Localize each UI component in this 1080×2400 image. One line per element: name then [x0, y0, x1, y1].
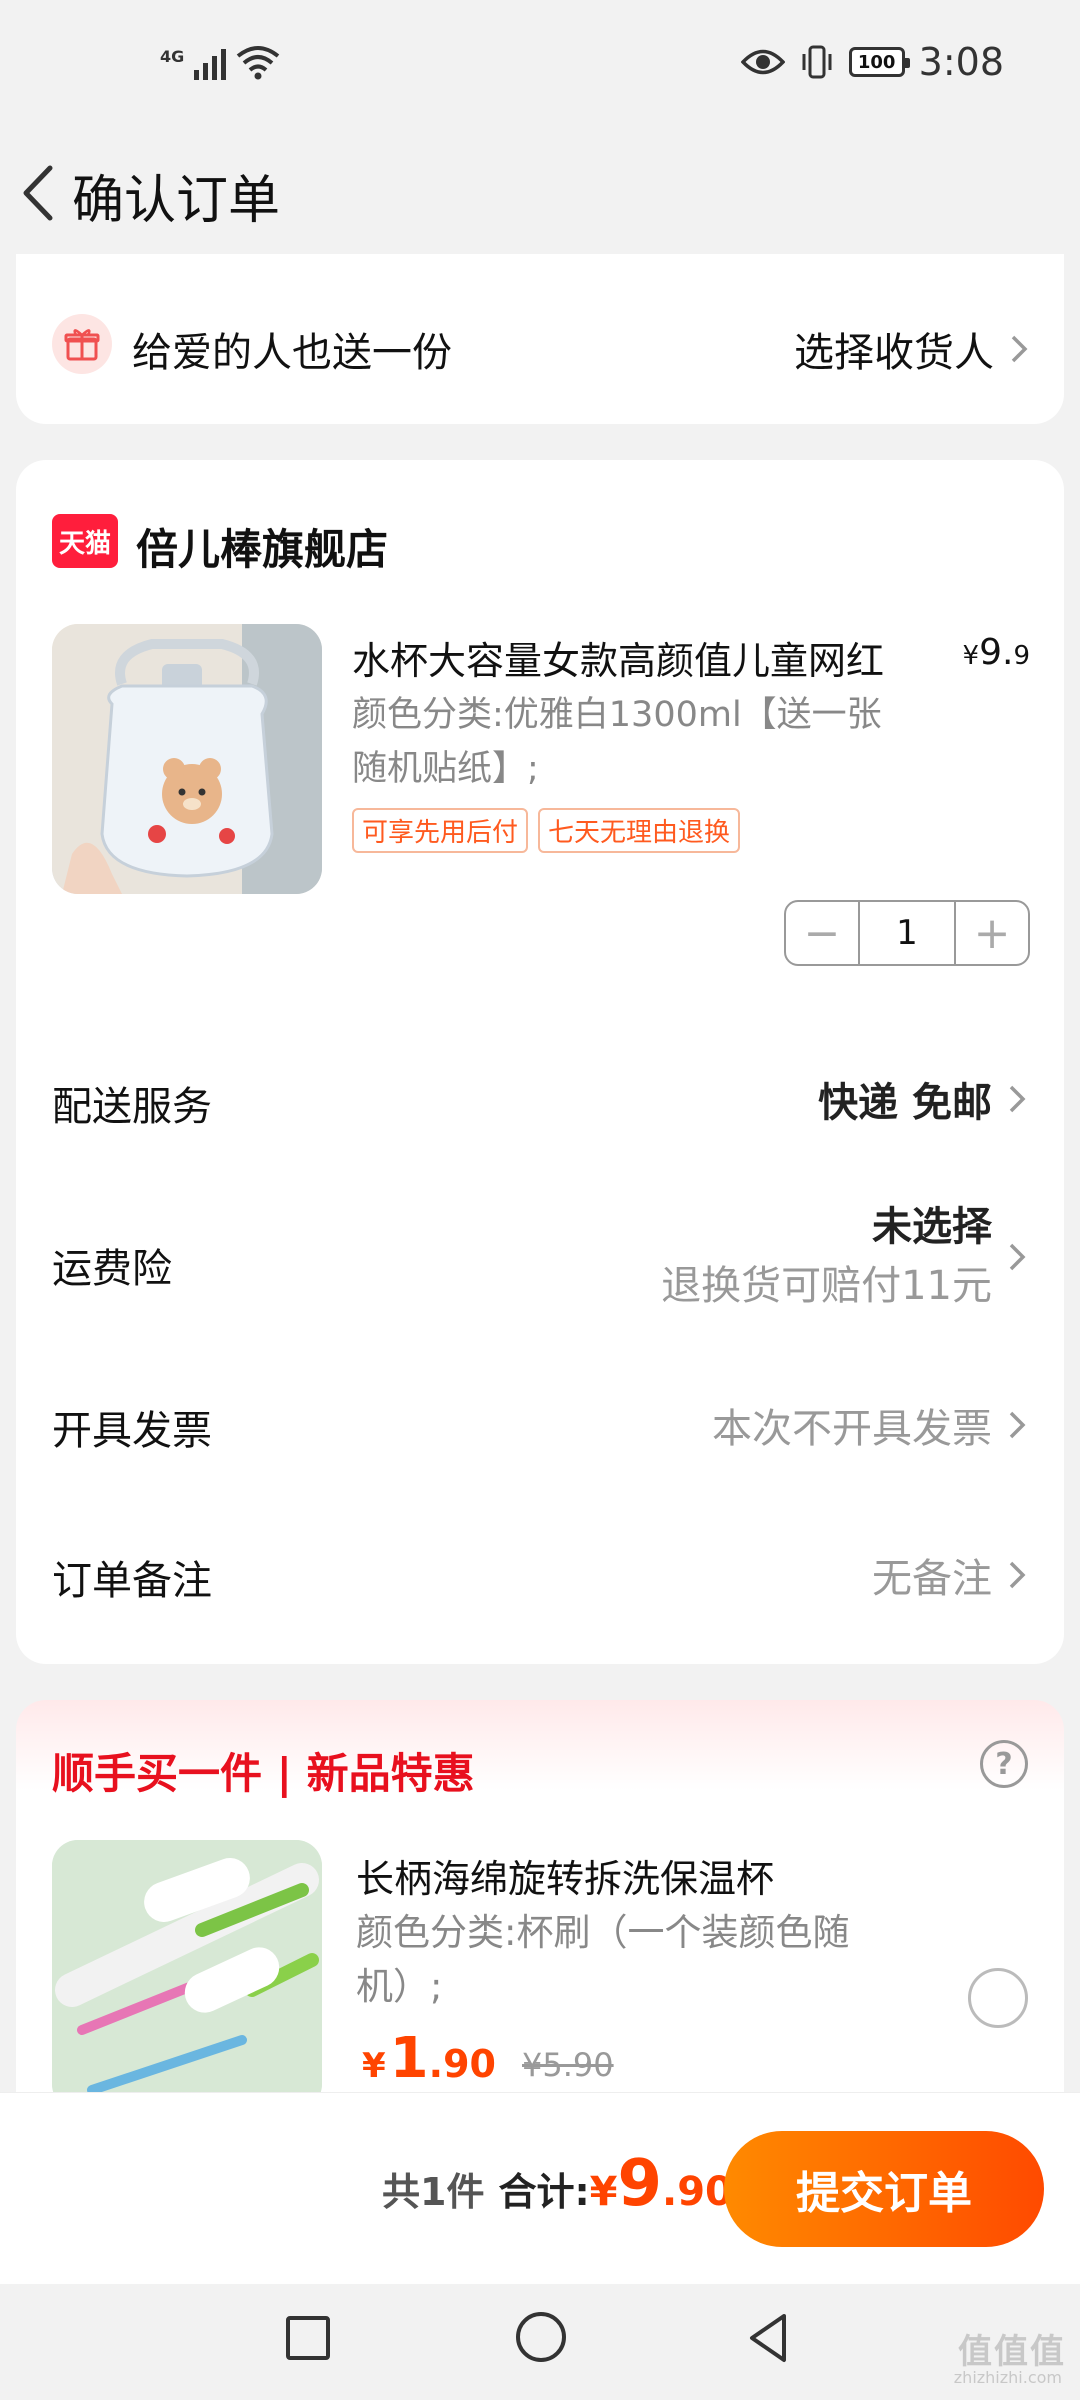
system-nav-bar: 值值值 zhizhizhi.com [0, 2284, 1080, 2400]
product-title[interactable]: 水杯大容量女款高颜值儿童网红 [352, 630, 952, 685]
tag-seven-day-return: 七天无理由退换 [538, 808, 741, 853]
insurance-label: 运费险 [52, 1246, 172, 1292]
recommend-image[interactable] [52, 1840, 322, 2110]
chevron-right-icon [1009, 1085, 1026, 1113]
product-price: ¥9.9 [963, 632, 1030, 673]
delivery-row[interactable]: 快递 免邮 [818, 1070, 1030, 1128]
insurance-row[interactable]: 未选择 退换货可赔付11元 [661, 1198, 1030, 1316]
invoice-row[interactable]: 本次不开具发票 [712, 1396, 1030, 1454]
tag-pay-later: 可享先用后付 [352, 808, 529, 853]
submit-order-button[interactable]: 提交订单 [724, 2131, 1044, 2247]
total-amount: ¥ 9 .90 [590, 2147, 733, 2221]
price-symbol: ¥ [362, 2046, 386, 2086]
back-icon[interactable] [14, 156, 64, 230]
recommend-spec: 颜色分类:杯刷（一个装颜色随机）; [356, 1911, 850, 2008]
chevron-right-icon [1009, 1561, 1026, 1589]
page-title: 确认订单 [72, 171, 281, 231]
price-dec: .90 [428, 2042, 496, 2086]
shop-name[interactable]: 倍儿棒旗舰店 [136, 516, 388, 577]
increase-button[interactable]: + [954, 902, 1028, 964]
invoice-value: 本次不开具发票 [712, 1406, 992, 1452]
battery-icon: 100 [848, 47, 910, 77]
checkout-bar: 共1件 合计: ¥ 9 .90 提交订单 [0, 2092, 1080, 2284]
delivery-label: 配送服务 [52, 1084, 212, 1130]
original-price: ¥5.90 [522, 2046, 614, 2084]
clock: 3:08 [918, 40, 1004, 84]
quantity-stepper: − 1 + [784, 900, 1030, 966]
total-label: 合计: [498, 2170, 590, 2214]
select-receiver-label: 选择收货人 [794, 330, 994, 376]
gift-icon [52, 314, 112, 374]
chevron-right-icon [1009, 1411, 1026, 1439]
total-symbol: ¥ [589, 2169, 618, 2215]
tmall-logo: 天猫 [52, 514, 118, 568]
wifi-icon [237, 46, 280, 80]
price-int: 1 [389, 2026, 429, 2091]
signal-area: 4G [160, 44, 280, 80]
delivery-value: 快递 免邮 [818, 1080, 992, 1126]
watermark-url: zhizhizhi.com [953, 2368, 1062, 2387]
status-bar: 4G 100 3:08 [0, 0, 1080, 130]
price-symbol: ¥ [962, 641, 980, 671]
header: 确认订单 [0, 130, 1080, 260]
recommend-name[interactable]: 长柄海绵旋转拆洗保温杯 [356, 1848, 774, 1903]
select-radio[interactable] [968, 1968, 1028, 2028]
recommend-card: 顺手买一件 | 新品特惠 ? 长柄海绵旋转拆洗保温杯 颜色分类:杯刷（一个装颜色… [16, 1700, 1064, 2120]
home-icon[interactable] [516, 2312, 566, 2362]
order-card: 天猫 倍儿棒旗舰店 水杯大容量女款高颜值儿童网红 ¥9.9 颜色分类:优雅白13… [16, 460, 1064, 1664]
recommend-price: ¥ 1 .90 [362, 2026, 496, 2091]
decrease-button[interactable]: − [786, 902, 860, 964]
quantity-value[interactable]: 1 [860, 902, 954, 964]
product-tags: 可享先用后付 七天无理由退换 [352, 808, 741, 853]
recent-apps-icon[interactable] [286, 2316, 330, 2360]
remark-row[interactable]: 无备注 [872, 1546, 1030, 1604]
gift-card[interactable]: 给爱的人也送一份 选择收货人 [16, 254, 1064, 424]
total-int: 9 [617, 2147, 663, 2221]
recommend-title: 顺手买一件 | 新品特惠 [52, 1749, 475, 1798]
select-receiver-button[interactable]: 选择收货人 [794, 320, 1032, 378]
insurance-value: 未选择 [872, 1204, 992, 1250]
status-right: 100 3:08 [740, 40, 1004, 84]
chevron-right-icon [1009, 1243, 1026, 1271]
total-dec: .90 [662, 2169, 733, 2215]
vibrate-icon [802, 45, 832, 79]
item-count: 共1件 [382, 2170, 485, 2214]
remark-label: 订单备注 [52, 1558, 212, 1604]
network-type: 4G [160, 47, 185, 66]
invoice-label: 开具发票 [52, 1408, 212, 1454]
product-spec[interactable]: 颜色分类:优雅白1300ml【送一张随机贴纸】; [352, 688, 892, 796]
order-total: 共1件 合计: ¥ 9 .90 [382, 2147, 733, 2221]
eye-icon [740, 49, 785, 75]
insurance-sub: 退换货可赔付11元 [661, 1263, 992, 1309]
product-image[interactable] [52, 624, 322, 894]
remark-value: 无备注 [872, 1556, 992, 1602]
help-icon[interactable]: ? [980, 1740, 1028, 1788]
chevron-right-icon [1011, 335, 1028, 363]
gift-text: 给爱的人也送一份 [132, 330, 452, 376]
battery-level: 100 [857, 51, 896, 73]
price-int: 9. [979, 632, 1014, 673]
watermark-logo: 值值值 [958, 2332, 1066, 2372]
price-dec: 9 [1013, 641, 1030, 671]
system-back-icon[interactable] [744, 2312, 794, 2364]
signal-icon [194, 46, 227, 80]
